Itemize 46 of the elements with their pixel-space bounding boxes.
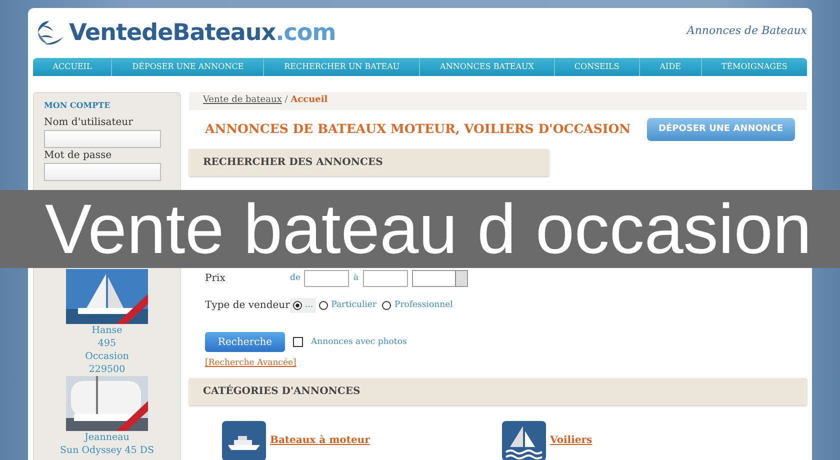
site-tagline: Annonces de Bateaux bbox=[686, 23, 807, 39]
unit-select[interactable] bbox=[412, 270, 468, 287]
field-label: Nom d'utilisateur bbox=[44, 116, 134, 130]
overlay-caption: Vente bateau d occasion bbox=[0, 190, 840, 268]
field-label: Type de vendeur bbox=[205, 299, 290, 313]
nav-link[interactable]: RECHERCHER UN BATEAU bbox=[264, 58, 420, 76]
advanced-search-link[interactable]: [Recherche Avancée] bbox=[205, 357, 296, 370]
logo-text[interactable]: VentedeBateaux.com bbox=[69, 16, 336, 50]
item-caption[interactable]: Jeanneau bbox=[84, 431, 130, 444]
nav-link[interactable]: ANNONCES BATEAUX bbox=[420, 58, 555, 76]
item-caption[interactable]: Hanse bbox=[92, 324, 122, 337]
photos-checkbox[interactable] bbox=[293, 337, 303, 347]
range-label: de bbox=[290, 272, 300, 285]
category-link[interactable]: Bateaux à moteur bbox=[270, 433, 370, 448]
item-caption[interactable]: 229500 bbox=[88, 363, 126, 376]
radio-option[interactable]: Particulier bbox=[316, 298, 380, 313]
nav-link[interactable]: AIDE bbox=[640, 58, 702, 76]
breadcrumb-current: Accueil bbox=[290, 95, 328, 105]
section-header: CATÉGORIES D'ANNONCES bbox=[189, 378, 807, 405]
deposit-button[interactable]: DÉPOSER UNE ANNONCE bbox=[646, 118, 796, 141]
username-field[interactable] bbox=[44, 130, 161, 148]
nav-link[interactable]: TÉMOIGNAGES bbox=[702, 58, 808, 76]
field-label: Mot de passe bbox=[44, 149, 112, 163]
search-button[interactable]: Recherche bbox=[205, 332, 285, 352]
field-label: Prix bbox=[205, 272, 226, 286]
nav-link[interactable]: ACCUEIL bbox=[33, 58, 112, 76]
max-field[interactable] bbox=[362, 270, 408, 287]
panel-title: MON COMPTE bbox=[44, 99, 112, 111]
min-field[interactable] bbox=[304, 270, 350, 287]
item-caption[interactable]: Sun Odyssey 45 DS bbox=[60, 444, 154, 457]
item-caption[interactable]: 495 bbox=[98, 337, 116, 350]
sailboat-icon[interactable] bbox=[502, 420, 546, 460]
nav-link[interactable]: CONSEILS bbox=[554, 58, 640, 76]
page-heading: ANNONCES DE BATEAUX MOTEUR, VOILIERS D'OCCASION bbox=[205, 120, 631, 138]
category-link[interactable]: Voiliers bbox=[550, 433, 592, 448]
range-label: à bbox=[353, 272, 359, 285]
radio-option[interactable]: ... bbox=[290, 298, 316, 313]
checkbox-label: Annonces avec photos bbox=[311, 336, 407, 348]
password-field[interactable] bbox=[44, 163, 161, 181]
nav-link[interactable]: DÉPOSER UNE ANNONCE bbox=[112, 58, 264, 76]
item-caption[interactable]: Occasion bbox=[85, 350, 129, 363]
motorboat-icon[interactable] bbox=[222, 420, 266, 460]
radio-option[interactable]: Professionnel bbox=[379, 298, 456, 313]
breadcrumb-separator: / bbox=[284, 95, 289, 105]
section-header: RECHERCHER DES ANNONCES bbox=[189, 149, 549, 176]
breadcrumb-link[interactable]: Vente de bateaux bbox=[203, 95, 282, 105]
